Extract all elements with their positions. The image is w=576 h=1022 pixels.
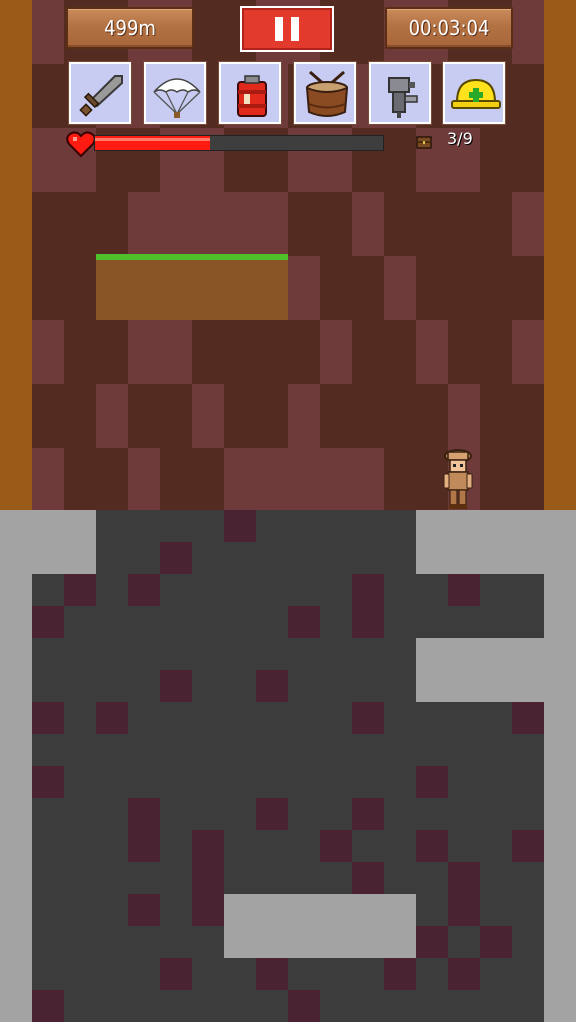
dirt-tile [320, 256, 384, 320]
dirt-tile [448, 320, 512, 384]
stone-cavity [448, 958, 480, 990]
grass-top [96, 254, 288, 260]
parachute-icon [153, 78, 201, 118]
depth-counter: 499m [66, 7, 194, 49]
dirt-tile [192, 320, 256, 384]
stone-wall-left [0, 510, 32, 1022]
treasure-counter: 3/9 [447, 129, 473, 148]
stone-cavity [352, 702, 384, 734]
dirt-wall-right [544, 0, 576, 510]
pause-icon [275, 17, 283, 41]
health-bar-fill [95, 136, 211, 150]
stone-cavity [256, 798, 288, 830]
item-slot-drill[interactable] [369, 62, 431, 124]
stone-cavity [192, 894, 224, 926]
stone-cavity [480, 926, 512, 958]
stone-cavity [416, 926, 448, 958]
item-slot-sword[interactable] [69, 62, 131, 124]
stone-cavity [128, 798, 160, 830]
treasure-chest-icon [416, 136, 432, 149]
stone-cavity [96, 702, 128, 734]
dirt-tile [480, 384, 544, 448]
dirt-tile [32, 384, 96, 448]
item-slot-parachute[interactable] [144, 62, 206, 124]
stone-cavity [416, 830, 448, 862]
stone-cavity [352, 798, 384, 830]
stone-cavity [448, 574, 480, 606]
dirt-tile [480, 128, 544, 192]
stone-cavity [416, 766, 448, 798]
helmet-icon [451, 78, 501, 109]
stone-cavity [64, 574, 96, 606]
stone-cavity [352, 574, 384, 606]
dirt-tile [64, 192, 128, 256]
stone-cavity [160, 958, 192, 990]
dirt-wall-left [0, 0, 32, 510]
stone-cavity [128, 894, 160, 926]
sword-icon [79, 75, 123, 117]
stone-cavity [512, 702, 544, 734]
stone-cavity [512, 830, 544, 862]
dirt-tile [416, 256, 480, 320]
item-slot-helmet[interactable] [443, 62, 505, 124]
dirt-tile [352, 320, 416, 384]
stone-cavity [288, 990, 320, 1022]
stone-cavity [128, 830, 160, 862]
tunnel [288, 448, 352, 510]
stone-cavity [224, 510, 256, 542]
stone-cavity [352, 606, 384, 638]
item-slot-dynamite[interactable] [219, 62, 281, 124]
dirt-tile [64, 448, 128, 512]
stone-block [416, 638, 544, 702]
pause-button[interactable] [240, 6, 334, 52]
dirt-tile [320, 384, 384, 448]
item-slot-drum[interactable] [294, 62, 356, 124]
drum-icon [305, 70, 349, 117]
stone-cavity [32, 990, 64, 1022]
stone-cavity [160, 542, 192, 574]
stone-cavity [448, 862, 480, 894]
stone-cavity [288, 606, 320, 638]
stone-block [224, 894, 416, 958]
grass-ledge [96, 256, 288, 320]
stone-cavity [384, 958, 416, 990]
health-bar [94, 135, 384, 151]
dirt-tile [224, 384, 288, 448]
dirt-tile [480, 448, 544, 512]
health-heart-icon [66, 131, 96, 158]
miner-player-character[interactable] [440, 446, 476, 510]
stone-block [32, 510, 96, 574]
dirt-tile [384, 192, 448, 256]
elapsed-timer: 00:03:04 [385, 7, 513, 49]
stone-cavity [256, 670, 288, 702]
stone-cavity [256, 958, 288, 990]
drill-icon [388, 77, 418, 118]
stone-cavity [128, 574, 160, 606]
stone-cavity [192, 830, 224, 862]
stone-cavity [448, 894, 480, 926]
dynamite-icon [237, 75, 267, 117]
dirt-tile [64, 320, 128, 384]
stone-cavity [32, 766, 64, 798]
stone-block [416, 510, 544, 574]
dirt-tile [256, 320, 320, 384]
stone-cavity [352, 862, 384, 894]
dirt-tile [448, 192, 512, 256]
dirt-tile [160, 448, 224, 512]
stone-cavity [32, 702, 64, 734]
dirt-tile [384, 384, 448, 448]
dirt-tile [384, 448, 448, 512]
dirt-tile [288, 192, 352, 256]
stone-cavity [192, 862, 224, 894]
stone-wall-right [544, 510, 576, 1022]
dirt-tile [480, 256, 544, 320]
stone-cavity [320, 830, 352, 862]
dirt-tile [128, 384, 192, 448]
dirt-tile [32, 256, 96, 320]
stone-cavity [160, 670, 192, 702]
stone-cavity [32, 606, 64, 638]
